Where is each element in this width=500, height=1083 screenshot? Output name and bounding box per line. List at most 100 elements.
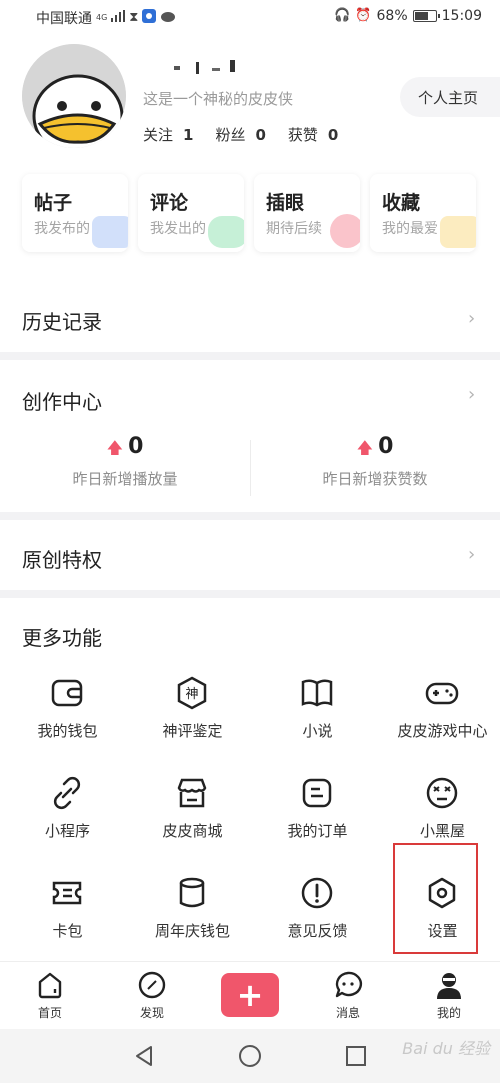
home-icon [38,972,62,999]
divider [0,352,500,360]
battery-icon [412,10,440,22]
creator-center[interactable]: 创作中心 › 🡅 0 昨日新增播放量 🡅 0 昨日新增获赞数 [0,360,500,510]
feature-label: 皮皮游戏中心 [397,722,488,740]
headphone-icon: 🎧 [334,8,351,23]
profile-stats: 关注 1 粉丝 0 获赞 0 [143,124,338,145]
tab-home[interactable]: 首页 [15,970,85,1021]
book-icon [301,679,333,707]
divider [0,590,500,598]
feature-orders[interactable]: 我的订单 [255,776,380,866]
battery-percent: 68% [376,8,408,24]
card-holder-icon [52,881,82,905]
arrow-up-icon: 🡅 [356,438,374,457]
store-icon [177,778,207,808]
history-row[interactable]: 历史记录 › [0,280,500,352]
stat-following[interactable]: 关注 1 [143,124,193,145]
profile-motto: 这是一个神秘的皮皮侠 [143,90,294,108]
recents-square-icon[interactable] [344,1044,368,1068]
tab-label: 消息 [335,1006,360,1020]
badge-glyph: 神 [185,687,198,702]
settings-highlight-box [393,843,478,954]
creator-title: 创作中心 [22,390,102,414]
tab-discover[interactable]: 发现 [117,970,187,1021]
metric-likes: 🡅 0 [250,434,500,464]
app-shield-icon [142,8,157,28]
arrow-up-icon: 🡅 [106,438,124,457]
feature-label: 意见反馈 [287,922,348,940]
clock: 15:09 [441,8,482,24]
feature-novel[interactable]: 小说 [255,676,380,766]
card-subtitle: 我发出的 [150,221,206,237]
feature-wallet[interactable]: 我的钱包 [5,676,130,766]
feature-label: 皮皮商城 [162,822,223,840]
order-icon [302,778,332,808]
feature-miniprogram[interactable]: 小程序 [5,776,130,866]
tab-me[interactable]: 我的 [414,970,484,1021]
shen-badge-icon: 神 [177,676,207,710]
feature-anniversary-wallet[interactable]: 周年庆钱包 [130,876,255,966]
feature-shenping[interactable]: 神 神评鉴定 [130,676,255,766]
card-favorites[interactable]: 收藏 我的最爱 [370,174,476,252]
metric-label: 昨日新增获赞数 [322,470,428,488]
create-post-button[interactable]: + [221,973,279,1017]
original-row[interactable]: 原创特权 › [0,520,500,590]
feature-label: 我的钱包 [37,722,98,740]
card-comments[interactable]: 评论 我发出的 [138,174,244,252]
network-label: 4G [96,13,108,22]
metric-value: 0 [378,434,394,459]
plus-icon: + [236,976,264,1014]
tab-label: 我的 [436,1006,461,1020]
metric-plays: 🡅 0 [0,434,250,464]
home-circle-icon[interactable] [238,1044,262,1068]
stat-likes[interactable]: 获赞 0 [288,124,338,145]
status-bar: 中国联通 4G ⧗ 🎧 ⏰ 68% 15:09 [0,0,500,34]
card-bookmark[interactable]: 插眼 期待后续 [254,174,360,252]
dizzy-face-icon [426,777,458,809]
card-title: 收藏 [382,192,421,214]
feedback-icon [301,877,333,909]
eye-icon [330,214,360,248]
feature-label: 小程序 [44,822,90,840]
card-subtitle: 期待后续 [266,221,322,237]
stat-fans[interactable]: 粉丝 0 [215,124,265,145]
feature-mall[interactable]: 皮皮商城 [130,776,255,866]
alarm-icon: ⏰ [355,8,372,23]
feature-label: 周年庆钱包 [154,922,230,940]
metric-value: 0 [128,434,144,459]
user-ninja-icon [437,973,461,999]
hourglass-icon: ⧗ [129,10,139,25]
more-title: 更多功能 [22,626,102,650]
card-title: 插眼 [266,192,305,214]
cloud-icon [160,10,176,27]
metric-label: 昨日新增播放量 [72,470,178,488]
back-icon[interactable] [132,1044,156,1068]
feature-feedback[interactable]: 意见反馈 [255,876,380,966]
card-title: 评论 [150,192,189,214]
original-title: 原创特权 [22,548,102,572]
feature-label: 神评鉴定 [162,722,223,740]
nickname-obscured [174,60,235,74]
chevron-right-icon: › [468,544,476,565]
card-posts[interactable]: 帖子 我发布的 [22,174,128,252]
profile-home-button[interactable]: 个人主页 [400,77,500,117]
comment-bubble-icon [208,216,244,248]
card-subtitle: 我的最爱 [382,221,438,237]
star-icon [440,216,476,248]
tab-messages[interactable]: 消息 [313,970,383,1021]
card-subtitle: 我发布的 [34,221,90,237]
avatar[interactable] [22,44,126,148]
divider [0,512,500,520]
feature-cardholder[interactable]: 卡包 [5,876,130,966]
carrier-label: 中国联通 [36,11,92,27]
tab-label: 首页 [37,1006,62,1020]
wallet-icon [51,679,83,707]
compass-icon [138,971,166,999]
chevron-right-icon: › [468,384,476,405]
signal-icon [111,9,126,27]
feature-label: 小黑屋 [419,822,465,840]
cylinder-icon [179,877,205,908]
posts-icon [92,216,128,248]
feature-game-center[interactable]: 皮皮游戏中心 [380,676,500,766]
link-icon [53,776,81,810]
feature-label: 小说 [302,722,333,740]
